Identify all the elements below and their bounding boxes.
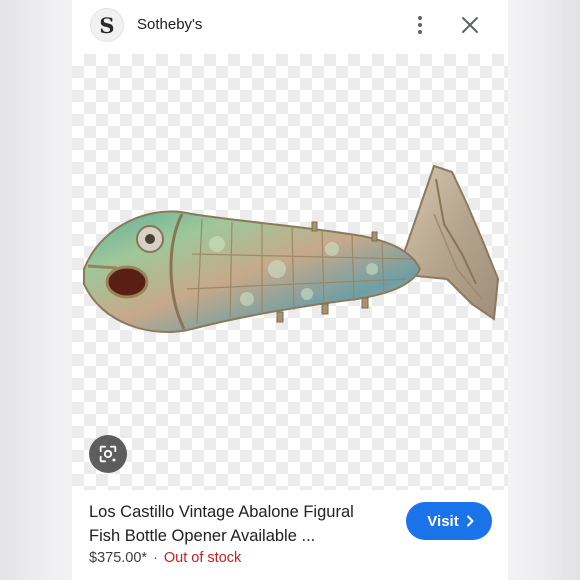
site-name[interactable]: Sotheby's xyxy=(137,16,202,33)
more-vertical-icon[interactable] xyxy=(408,13,432,37)
stock-status: Out of stock xyxy=(163,550,242,566)
visit-button-label: Visit xyxy=(427,512,459,530)
chevron-right-icon xyxy=(466,515,474,527)
visit-button[interactable]: Visit xyxy=(406,502,492,540)
result-card: S Sotheby's Los Castillo Vintage Abalone… xyxy=(72,0,508,580)
product-title-line-1: Los Castillo Vintage Abalone Figural xyxy=(89,503,354,521)
lens-icon xyxy=(99,445,117,463)
product-title-line-2: Fish Bottle Opener Available ... xyxy=(89,527,316,545)
close-icon[interactable] xyxy=(458,13,482,37)
separator: · xyxy=(153,550,158,566)
card-header: S Sotheby's xyxy=(72,0,508,52)
product-image[interactable] xyxy=(72,54,508,490)
price-row: $375.00* · Out of stock xyxy=(89,550,241,566)
site-logo[interactable]: S xyxy=(90,8,124,42)
fish-bottle-opener-image xyxy=(83,164,500,333)
price: $375.00* xyxy=(89,550,148,566)
lens-search-button[interactable] xyxy=(89,435,127,473)
product-title[interactable]: Los Castillo Vintage Abalone Figural Fis… xyxy=(89,500,389,548)
